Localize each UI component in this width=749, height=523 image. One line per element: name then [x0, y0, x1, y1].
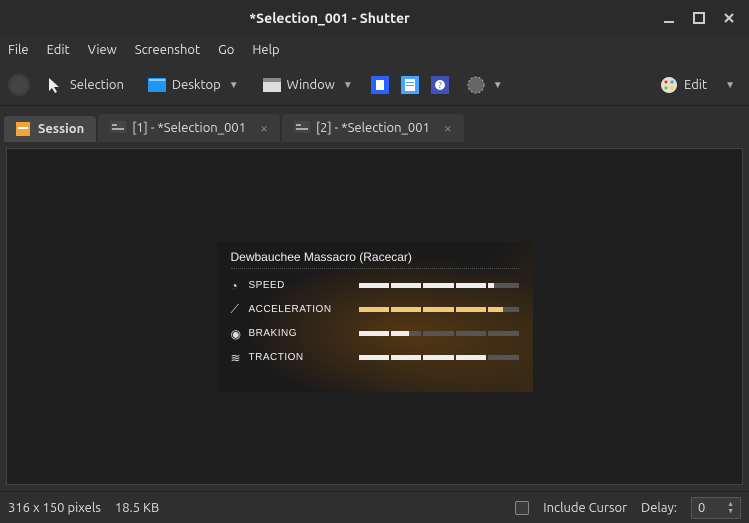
stat-braking: ◉ BRAKING — [231, 327, 519, 341]
titlebar: *Selection_001 - Shutter — [0, 0, 749, 36]
chevron-down-icon[interactable]: ▼ — [343, 79, 353, 91]
desktop-label: Desktop — [172, 78, 221, 92]
chevron-down-icon[interactable]: ▼ — [493, 79, 503, 91]
stat-braking-bar — [359, 331, 519, 336]
maximize-button[interactable] — [689, 8, 709, 28]
image-filesize: 18.5 KB — [115, 501, 159, 515]
include-cursor-label: Include Cursor — [543, 501, 627, 515]
image-icon — [294, 121, 308, 135]
tab-1-label: [1] - *Selection_001 — [132, 121, 246, 135]
upload-icon[interactable]: ? — [429, 74, 451, 96]
stat-speed: ◔ SPEED — [231, 279, 519, 293]
selection-button[interactable]: Selection — [38, 72, 132, 98]
tab-selection-2[interactable]: [2] - *Selection_001 × — [282, 114, 464, 142]
spinner-down[interactable]: ▼ — [727, 508, 734, 515]
spinner-icon: ▲ ▼ — [727, 501, 734, 515]
stat-traction: ≋ TRACTION — [231, 351, 519, 365]
delay-label: Delay: — [641, 501, 677, 515]
delay-value: 0 — [698, 501, 705, 515]
window-icon — [263, 76, 281, 94]
menu-file[interactable]: File — [8, 43, 29, 57]
stat-traction-bar — [359, 355, 519, 360]
toolbar: Selection Desktop ▼ Window ▼ ? ▼ Edit ▼ — [0, 64, 749, 106]
acceleration-icon: ⟋ — [231, 303, 249, 317]
minimize-button[interactable] — [659, 8, 679, 28]
edit-button[interactable]: Edit — [652, 72, 715, 98]
tab-session[interactable]: Session — [4, 116, 96, 142]
selection-label: Selection — [70, 78, 124, 92]
image-icon — [110, 121, 124, 135]
close-icon[interactable]: × — [444, 120, 452, 136]
desktop-button[interactable]: Desktop ▼ — [140, 72, 247, 98]
stat-acceleration: ⟋ ACCELERATION — [231, 303, 519, 317]
canvas[interactable]: Dewbauchee Massacro (Racecar) ◔ SPEED ⟋ … — [6, 148, 743, 485]
vehicle-title: Dewbauchee Massacro (Racecar) — [231, 250, 519, 269]
screenshot-preview: Dewbauchee Massacro (Racecar) ◔ SPEED ⟋ … — [217, 242, 533, 392]
effects-button[interactable]: ▼ — [459, 72, 511, 98]
redo-last-icon[interactable] — [8, 74, 30, 96]
canvas-area: Dewbauchee Massacro (Racecar) ◔ SPEED ⟋ … — [0, 142, 749, 491]
stat-speed-label: SPEED — [249, 280, 359, 291]
stat-braking-label: BRAKING — [249, 328, 359, 339]
palette-icon — [660, 76, 678, 94]
stat-accel-label: ACCELERATION — [249, 304, 359, 315]
traction-icon: ≋ — [231, 351, 249, 365]
image-dimensions: 316 x 150 pixels — [8, 501, 101, 515]
window-label: Window — [287, 78, 335, 92]
delay-spinbox[interactable]: 0 ▲ ▼ — [691, 497, 741, 519]
effects-icon — [467, 76, 485, 94]
session-icon — [16, 122, 30, 136]
menu-help[interactable]: Help — [252, 43, 279, 57]
chevron-down-icon[interactable]: ▼ — [229, 79, 239, 91]
tab-2-label: [2] - *Selection_001 — [316, 121, 430, 135]
tab-session-label: Session — [38, 122, 84, 136]
braking-icon: ◉ — [231, 327, 249, 341]
tabs: Session [1] - *Selection_001 × [2] - *Se… — [0, 106, 749, 142]
menu-go[interactable]: Go — [218, 43, 234, 57]
close-icon[interactable]: × — [260, 120, 268, 136]
stat-speed-bar — [359, 283, 519, 288]
tab-selection-1[interactable]: [1] - *Selection_001 × — [98, 114, 280, 142]
clipboard-icon[interactable] — [399, 74, 421, 96]
cursor-icon — [46, 76, 64, 94]
window-button[interactable]: Window ▼ — [255, 72, 361, 98]
close-button[interactable] — [719, 8, 739, 28]
window-title: *Selection_001 - Shutter — [10, 10, 649, 26]
menu-edit[interactable]: Edit — [47, 43, 70, 57]
chevron-down-icon[interactable]: ▼ — [725, 79, 735, 91]
stat-accel-bar — [359, 307, 519, 312]
include-cursor-checkbox[interactable] — [515, 501, 529, 515]
menubar: File Edit View Screenshot Go Help — [0, 36, 749, 64]
stat-traction-label: TRACTION — [249, 352, 359, 363]
speed-icon: ◔ — [231, 279, 249, 293]
edit-label: Edit — [684, 78, 707, 92]
svg-text:?: ? — [438, 81, 441, 90]
export-icon[interactable] — [369, 74, 391, 96]
menu-screenshot[interactable]: Screenshot — [135, 43, 200, 57]
menu-view[interactable]: View — [88, 43, 117, 57]
statusbar: 316 x 150 pixels 18.5 KB Include Cursor … — [0, 491, 749, 523]
desktop-icon — [148, 76, 166, 94]
